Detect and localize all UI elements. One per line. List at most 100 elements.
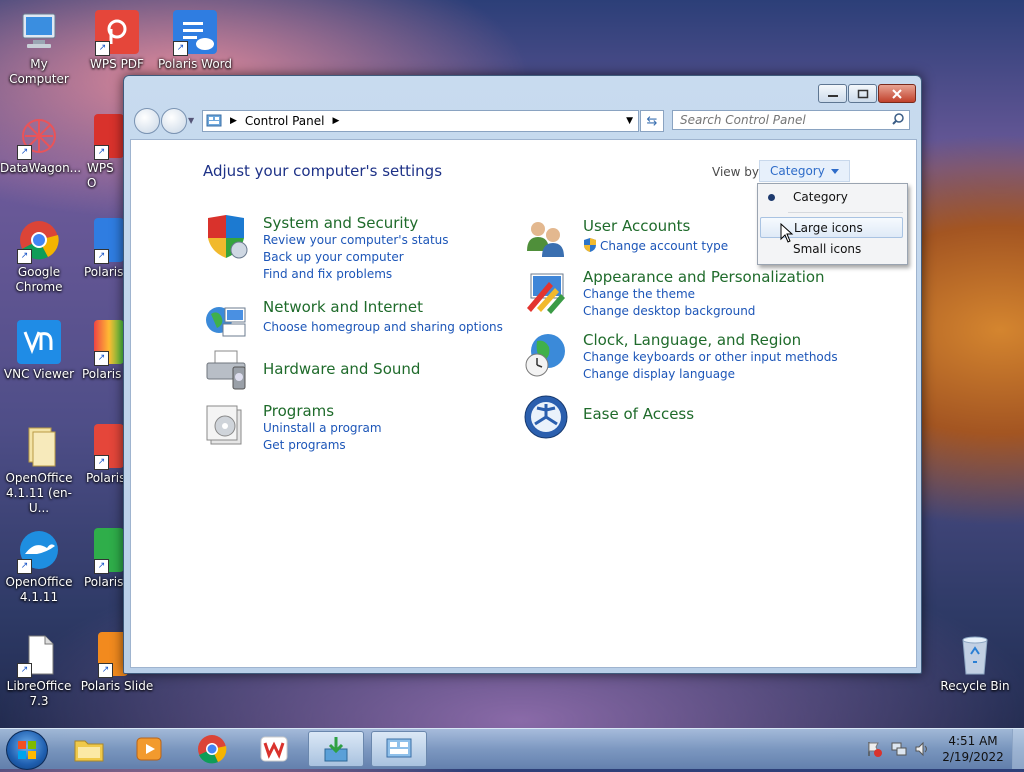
- search-icon[interactable]: [892, 113, 904, 125]
- desktop-icon-libreoffice[interactable]: ↗ LibreOffice 7.3: [0, 632, 78, 709]
- programs-icon: [203, 402, 249, 448]
- mouse-cursor-icon: [780, 223, 794, 243]
- action-center-flag-icon[interactable]: [866, 741, 882, 757]
- view-by-dropdown[interactable]: Category: [759, 160, 850, 182]
- recent-pages-dropdown[interactable]: ▼: [188, 116, 194, 125]
- datawagon-icon: ↗: [17, 114, 61, 160]
- desktop-icon-label: Polaris Slide: [80, 679, 154, 693]
- desktop-icon-wps-office[interactable]: ↗ WPS O: [78, 114, 124, 191]
- category-link[interactable]: Change account type: [600, 239, 728, 253]
- category-title[interactable]: Ease of Access: [583, 405, 694, 423]
- shortcut-arrow-icon: ↗: [17, 145, 32, 160]
- address-dropdown-icon[interactable]: ▼: [626, 116, 633, 126]
- category-title[interactable]: Hardware and Sound: [263, 360, 420, 378]
- network-status-icon[interactable]: [891, 741, 907, 757]
- desktop-icon-polaris-hwp[interactable]: ↗ Polaris: [78, 218, 124, 280]
- category-link[interactable]: Choose homegroup and sharing options: [263, 320, 503, 334]
- shortcut-arrow-icon: ↗: [94, 249, 109, 264]
- desktop-icon-recycle-bin[interactable]: Recycle Bin: [936, 632, 1014, 694]
- category-link[interactable]: Review your computer's status: [263, 233, 449, 247]
- maximize-button[interactable]: [848, 84, 877, 103]
- category-title[interactable]: System and Security: [263, 214, 418, 232]
- desktop-icon-openoffice-en-us[interactable]: OpenOffice 4.1.11 (en-U...: [0, 424, 78, 516]
- desktop-icon-my-computer[interactable]: My Computer: [0, 10, 78, 87]
- view-by-value: Category: [770, 164, 825, 178]
- category-system-and-security: System and Security Review your computer…: [203, 214, 493, 284]
- refresh-icon: ⇆: [646, 113, 658, 129]
- folder-icon: [17, 424, 61, 468]
- taskbar: 4:51 AM 2/19/2022: [0, 728, 1024, 770]
- taskbar-control-panel-button[interactable]: [371, 731, 427, 767]
- clock[interactable]: 4:51 AM 2/19/2022: [940, 733, 1006, 765]
- polaris-sheet-icon: ↗: [94, 528, 124, 574]
- desktop-icon-polaris-office[interactable]: ↗ Polaris: [78, 320, 124, 382]
- shortcut-arrow-icon: ↗: [17, 663, 32, 678]
- back-button[interactable]: [134, 108, 160, 134]
- menu-item-label: Small icons: [793, 242, 862, 256]
- desktop-icon-wps-pdf[interactable]: ↗ WPS PDF: [78, 10, 156, 72]
- desktop-icon-label: OpenOffice 4.1.11 (en-U...: [5, 471, 73, 515]
- shortcut-arrow-icon: ↗: [98, 663, 113, 678]
- start-button[interactable]: [6, 730, 48, 770]
- desktop-icon-google-chrome[interactable]: ↗ Google Chrome: [0, 218, 78, 295]
- media-player-icon: [136, 737, 162, 761]
- printer-icon: [203, 347, 249, 393]
- category-link[interactable]: Change desktop background: [583, 304, 755, 318]
- taskbar-download-app-button[interactable]: [308, 731, 364, 767]
- chevron-down-icon: [830, 169, 839, 174]
- category-link[interactable]: Find and fix problems: [263, 267, 392, 281]
- category-link[interactable]: Get programs: [263, 438, 346, 452]
- category-ease-of-access: Ease of Access: [523, 394, 823, 442]
- minimize-button[interactable]: [818, 84, 847, 103]
- computer-icon: [17, 10, 61, 54]
- desktop-icon-openoffice[interactable]: ↗ OpenOffice 4.1.11: [0, 528, 78, 605]
- folder-icon: [74, 740, 104, 762]
- radio-selected-icon: [768, 194, 775, 201]
- close-button[interactable]: [878, 84, 916, 103]
- category-title[interactable]: User Accounts: [583, 217, 690, 235]
- desktop-icon-label: LibreOffice 7.3: [6, 679, 72, 708]
- windows-logo-icon: [18, 741, 36, 759]
- taskbar-media-player-button[interactable]: [121, 731, 177, 767]
- category-title[interactable]: Network and Internet: [263, 298, 423, 316]
- clock-date: 2/19/2022: [942, 750, 1004, 764]
- forward-button[interactable]: [161, 108, 187, 134]
- category-link[interactable]: Change keyboards or other input methods: [583, 350, 838, 364]
- desktop-icon-label: Polaris: [84, 265, 124, 279]
- breadcrumb-separator-icon[interactable]: ▶: [333, 116, 340, 126]
- refresh-button[interactable]: ⇆: [640, 110, 664, 132]
- breadcrumb-separator-icon[interactable]: ▶: [230, 116, 237, 126]
- menu-item-category[interactable]: Category: [760, 187, 903, 208]
- taskbar-explorer-button[interactable]: [61, 731, 117, 767]
- desktop-icon-vnc-viewer[interactable]: VNC Viewer: [0, 320, 78, 382]
- category-title[interactable]: Programs: [263, 402, 334, 420]
- menu-item-label: Large icons: [794, 221, 863, 235]
- category-link[interactable]: Back up your computer: [263, 250, 404, 264]
- category-link[interactable]: Uninstall a program: [263, 421, 382, 435]
- desktop-icon-datawagon[interactable]: ↗ DataWagon...: [0, 114, 81, 176]
- address-bar[interactable]: ▶ Control Panel ▶ ▼: [202, 110, 639, 132]
- menu-item-label: Category: [793, 190, 848, 204]
- taskbar-wps-button[interactable]: [246, 731, 302, 767]
- desktop-icon-label: VNC Viewer: [3, 367, 75, 381]
- uac-shield-icon: [584, 238, 596, 252]
- desktop-icon-polaris-sheet[interactable]: ↗ Polaris: [78, 528, 124, 590]
- desktop-icon-label: OpenOffice 4.1.11: [5, 575, 73, 604]
- ease-of-access-icon: [523, 394, 569, 440]
- category-link[interactable]: Change the theme: [583, 287, 695, 301]
- taskbar-chrome-button[interactable]: [184, 731, 240, 767]
- polaris-word-icon: ↗: [173, 10, 217, 56]
- desktop-icon-polaris-pdf[interactable]: ↗ Polaris: [78, 424, 124, 486]
- chrome-icon: ↗: [17, 218, 61, 264]
- search-input[interactable]: [672, 110, 910, 130]
- breadcrumb-control-panel[interactable]: Control Panel: [245, 114, 325, 128]
- desktop-icon-polaris-word[interactable]: ↗ Polaris Word: [156, 10, 234, 72]
- polaris-pdf-icon: ↗: [94, 424, 124, 470]
- category-title[interactable]: Appearance and Personalization: [583, 268, 825, 286]
- show-desktop-button[interactable]: [1012, 729, 1024, 769]
- volume-icon[interactable]: [914, 741, 930, 757]
- close-icon: [892, 88, 902, 99]
- category-title[interactable]: Clock, Language, and Region: [583, 331, 801, 349]
- category-link[interactable]: Change display language: [583, 367, 735, 381]
- shortcut-arrow-icon: ↗: [94, 351, 109, 366]
